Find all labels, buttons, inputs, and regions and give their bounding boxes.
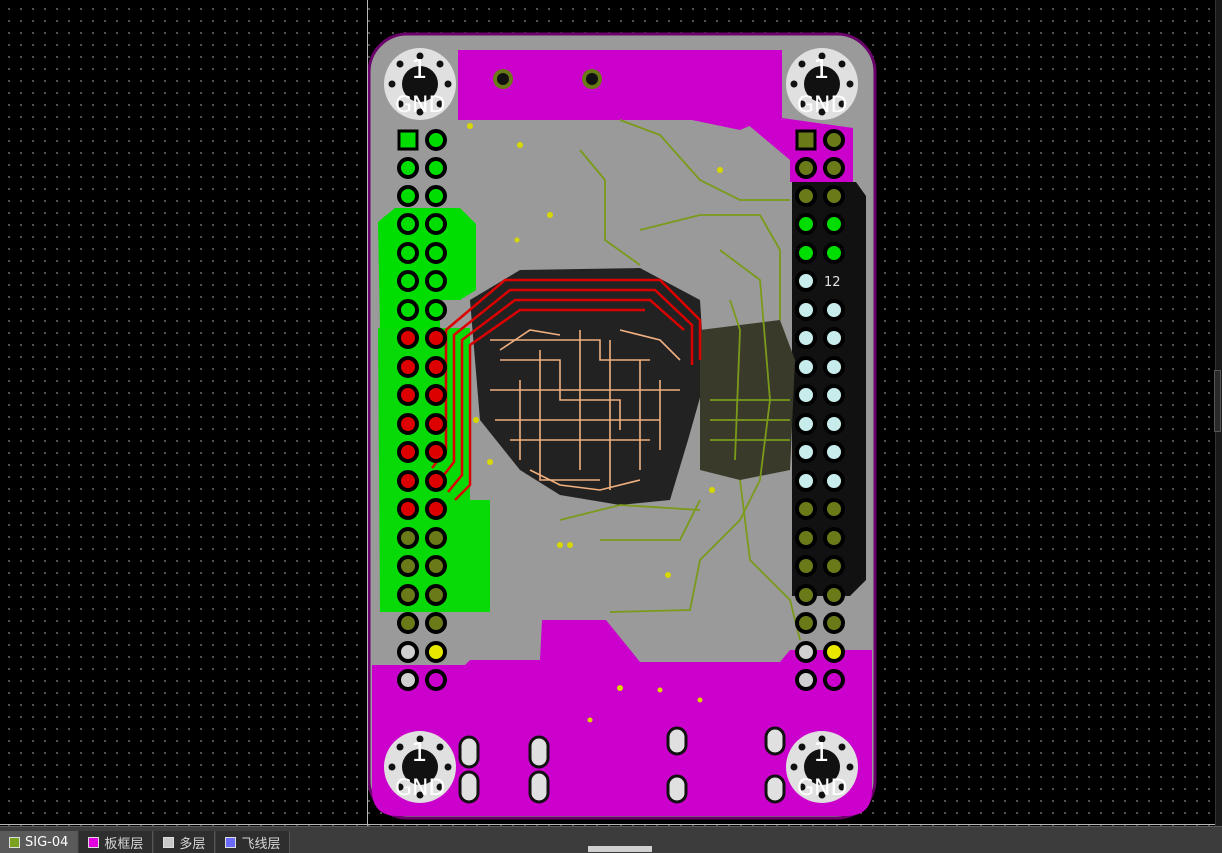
hole-net-label: GND [797,776,847,801]
layer-tab-multilayer[interactable]: 多层 [154,831,216,853]
hole-net-label: GND [395,776,445,801]
hole-number-label: 1 [813,55,830,85]
layer-color-swatch [88,836,100,848]
layer-color-swatch [163,836,175,848]
crosshair-horizontal [0,824,1222,825]
mounting-hole-top-left: 1 GND [384,48,456,120]
mounting-hole-bottom-left: 1 GND [384,731,456,803]
top-copper-pour [458,50,782,130]
scroll-arrow[interactable] [1214,370,1221,432]
mounting-hole-top-right: 1 GND [786,48,858,120]
layer-color-swatch [225,836,237,848]
vertical-scrollbar[interactable] [1214,0,1222,826]
layer-tab-label: 板框层 [104,836,144,852]
layer-tab-ratsnest[interactable]: 飞线层 [216,831,291,853]
hole-net-label: GND [797,93,847,118]
pin-number-label: 12 [824,275,841,290]
layer-tab-board-outline[interactable]: 板框层 [79,831,154,853]
layer-tab-sig-04[interactable]: SIG-04 [0,831,79,853]
layer-tab-label: 飞线层 [241,836,281,852]
hole-number-label: 1 [813,738,830,768]
pcb-board[interactable]: 12 1 GND 1 GND 1 GND 1 GND [0,0,1222,826]
horizontal-scrollbar-thumb[interactable] [588,846,652,852]
layer-tab-label: SIG-04 [25,834,69,850]
mounting-hole-bottom-right: 1 GND [786,731,858,803]
layer-tab-label: 多层 [179,836,206,852]
layer-color-swatch [9,836,20,848]
hole-number-label: 1 [411,738,428,768]
hole-number-label: 1 [411,55,428,85]
crosshair-vertical [367,0,368,826]
hole-net-label: GND [395,93,445,118]
